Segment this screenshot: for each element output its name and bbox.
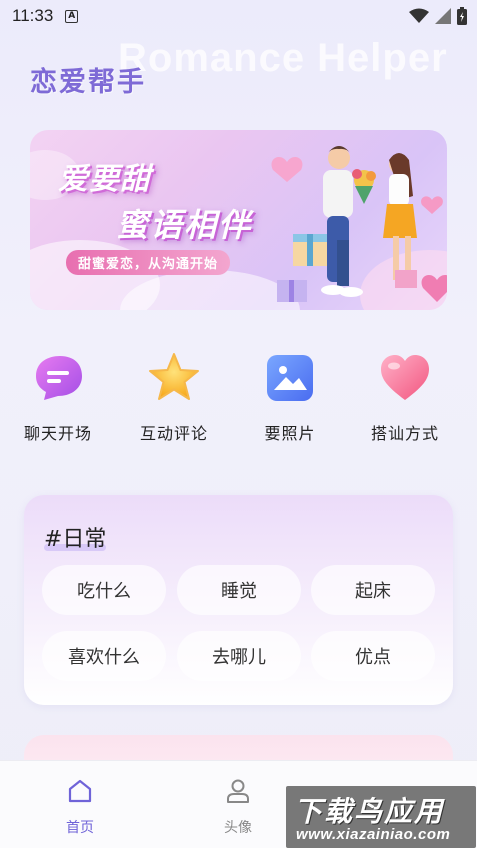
topic-tag[interactable]: 喜欢什么 — [42, 631, 166, 681]
battery-icon — [457, 7, 467, 25]
topic-tag[interactable]: 起床 — [311, 565, 435, 615]
status-bar: 11:33 A — [0, 0, 477, 32]
shortcut-label: 搭讪方式 — [370, 424, 439, 443]
banner-headline-2: 蜜语相伴 — [116, 206, 253, 244]
status-icons — [409, 7, 467, 25]
star-icon — [146, 350, 202, 406]
topic-tag[interactable]: 睡觉 — [177, 565, 301, 615]
tab-label: 首页 — [66, 820, 94, 836]
home-icon — [68, 779, 92, 803]
image-icon — [262, 350, 318, 406]
shortcut-pickup-lines[interactable]: 搭讪方式 — [355, 350, 455, 444]
shortcut-label: 要照片 — [264, 424, 316, 443]
couple-illustration — [271, 146, 447, 302]
topic-tag[interactable]: 优点 — [311, 631, 435, 681]
chat-bubble-icon — [30, 350, 86, 406]
topic-tag[interactable]: 去哪儿 — [177, 631, 301, 681]
signal-icon — [435, 8, 451, 24]
tab-avatar[interactable]: 头像 — [198, 777, 278, 837]
shortcut-interactive-comment[interactable]: 互动评论 — [124, 350, 224, 444]
banner-subtitle: 甜蜜爱恋，从沟通开始 — [66, 250, 231, 275]
site-watermark: 下载鸟应用 www.xiazainiao.com — [286, 786, 476, 848]
site-watermark-main: 下载鸟应用 — [294, 795, 445, 828]
heart-icon — [377, 350, 433, 406]
banner-headline-1: 爱要甜 — [58, 162, 151, 197]
tab-label: 头像 — [224, 820, 252, 836]
shortcut-label: 互动评论 — [139, 424, 208, 443]
header-watermark: Romance Helper — [118, 36, 448, 80]
page-title: 恋爱帮手 — [30, 67, 146, 98]
shortcut-ask-photo[interactable]: 要照片 — [240, 350, 340, 444]
topic-title-text: #日常 — [44, 527, 107, 552]
wifi-icon — [409, 8, 429, 23]
user-icon — [227, 779, 249, 803]
tab-home[interactable]: 首页 — [40, 777, 120, 837]
topic-tag[interactable]: 吃什么 — [42, 565, 166, 615]
notification-badge: A — [65, 9, 79, 23]
shortcut-label: 聊天开场 — [23, 424, 92, 443]
shortcut-grid: 聊天开场 互动评论 要照片 搭讪方式 — [0, 350, 477, 450]
shortcut-chat-opener[interactable]: 聊天开场 — [8, 350, 108, 444]
topic-card-daily: #日常 吃什么 睡觉 起床 喜欢什么 去哪儿 优点 — [24, 495, 453, 705]
promo-banner[interactable]: 爱要甜 蜜语相伴 甜蜜爱恋，从沟通开始 — [30, 130, 447, 310]
topic-card-title: #日常 — [44, 521, 106, 553]
site-watermark-url: www.xiazainiao.com — [296, 826, 451, 843]
status-time: 11:33 — [12, 6, 54, 25]
